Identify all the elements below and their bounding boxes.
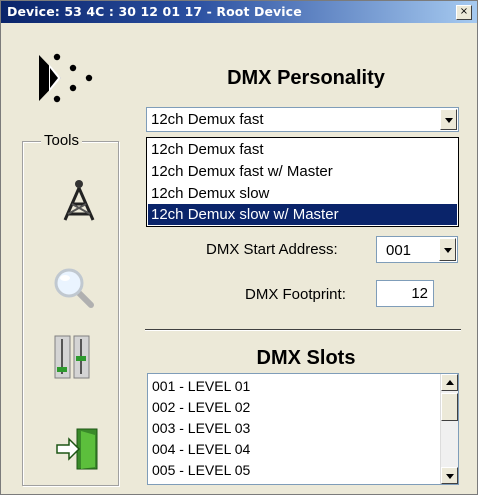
list-item[interactable]: 002 - LEVEL 02 xyxy=(152,398,250,416)
personality-option[interactable]: 12ch Demux fast w/ Master xyxy=(148,161,457,182)
exit-door-icon[interactable] xyxy=(55,427,103,473)
chevron-down-icon xyxy=(446,474,454,479)
scroll-up-button[interactable] xyxy=(441,374,458,391)
footprint-label: DMX Footprint: xyxy=(245,286,346,303)
logo-icon xyxy=(39,53,93,103)
antenna-tower-icon[interactable] xyxy=(55,178,103,224)
start-address-dropdown-button[interactable] xyxy=(439,238,456,261)
chevron-down-icon xyxy=(444,248,452,253)
slots-heading: DMX Slots xyxy=(256,347,356,369)
title-bar[interactable]: Device: 53 4C : 30 12 01 17 - Root Devic… xyxy=(1,1,477,23)
slots-scrollbar[interactable] xyxy=(440,374,458,484)
list-item[interactable]: 003 - LEVEL 03 xyxy=(152,419,250,437)
close-icon: × xyxy=(459,6,469,17)
personality-dropdown-button[interactable] xyxy=(440,109,457,130)
scroll-down-button[interactable] xyxy=(441,467,458,484)
window-title: Device: 53 4C : 30 12 01 17 - Root Devic… xyxy=(7,4,302,19)
footprint-field: 12 xyxy=(376,280,434,307)
start-address-value: 001 xyxy=(386,242,412,259)
personality-options-list: 12ch Demux fast 12ch Demux fast w/ Maste… xyxy=(146,137,459,227)
close-button[interactable]: × xyxy=(456,5,472,20)
personality-selected-value: 12ch Demux fast xyxy=(151,111,264,128)
magnifier-icon[interactable] xyxy=(51,265,99,311)
personality-option-highlighted[interactable]: 12ch Demux slow w/ Master xyxy=(148,204,457,225)
chevron-up-icon xyxy=(446,380,454,385)
divider xyxy=(145,329,461,331)
slots-list[interactable]: 001 - LEVEL 01 002 - LEVEL 02 003 - LEVE… xyxy=(147,373,459,485)
fader-sliders-icon[interactable] xyxy=(49,334,97,380)
personality-heading: DMX Personality xyxy=(227,67,385,89)
chevron-down-icon xyxy=(445,118,453,123)
start-address-select[interactable]: 001 xyxy=(376,236,458,263)
start-address-label: DMX Start Address: xyxy=(206,241,338,258)
personality-select[interactable]: 12ch Demux fast xyxy=(146,107,459,132)
scroll-thumb[interactable] xyxy=(441,393,458,421)
list-item[interactable]: 001 - LEVEL 01 xyxy=(152,377,250,395)
personality-option[interactable]: 12ch Demux slow xyxy=(148,183,457,204)
list-item[interactable]: 005 - LEVEL 05 xyxy=(152,461,250,479)
tools-legend: Tools xyxy=(41,132,83,149)
footprint-value: 12 xyxy=(411,285,428,302)
personality-option[interactable]: 12ch Demux fast xyxy=(148,139,457,160)
device-window: Device: 53 4C : 30 12 01 17 - Root Devic… xyxy=(0,0,478,495)
list-item[interactable]: 004 - LEVEL 04 xyxy=(152,440,250,458)
